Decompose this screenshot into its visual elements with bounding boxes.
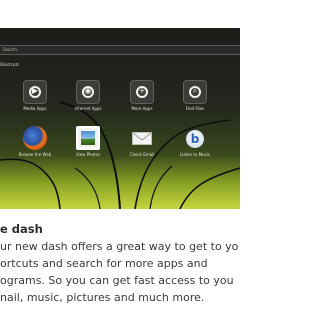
category-media-apps[interactable]: ▶ Media Apps	[10, 80, 60, 112]
paragraph-line: ortcuts and search for more apps and	[0, 257, 208, 270]
article-section: e dash ur new dash offers a great way to…	[0, 209, 240, 324]
section-heading: e dash	[0, 222, 43, 236]
search-placeholder: Search	[3, 47, 17, 52]
app-check-email[interactable]: Check Email	[117, 126, 167, 158]
filter-dropdown[interactable]: Shortcuts	[0, 62, 19, 68]
category-label: Internet Apps	[74, 106, 102, 111]
app-browse-the-web[interactable]: Browse the Web	[10, 126, 60, 158]
category-label: Find Files	[185, 106, 205, 111]
category-find-files[interactable]: ⌕ Find Files	[170, 80, 220, 112]
category-label: Media Apps	[23, 106, 47, 111]
dash-screenshot: Search Shortcuts ▶ Media Apps ◉ Internet…	[0, 28, 240, 209]
folder-search-icon: ⌕	[183, 80, 207, 104]
email-icon	[130, 126, 154, 150]
category-internet-apps[interactable]: ◉ Internet Apps	[63, 80, 113, 112]
app-label: Browse the Web	[18, 152, 52, 157]
app-label: Listen to Music	[180, 152, 210, 157]
category-label: More Apps	[131, 106, 153, 111]
wallpaper-branches	[0, 101, 240, 209]
plus-icon: +	[130, 80, 154, 104]
paragraph-line: ur new dash offers a great way to get to…	[0, 240, 239, 253]
app-label: View Photos	[75, 152, 101, 157]
firefox-icon	[23, 126, 47, 150]
globe-icon: ◉	[76, 80, 100, 104]
app-view-photos[interactable]: View Photos	[63, 126, 113, 158]
music-icon: b	[183, 126, 207, 150]
category-more-apps[interactable]: + More Apps	[117, 80, 167, 112]
paragraph-line: ograms. So you can get fast access to yo…	[0, 274, 234, 287]
dash-search-bar[interactable]: Search	[0, 45, 240, 55]
play-icon: ▶	[23, 80, 47, 104]
app-listen-to-music[interactable]: b Listen to Music	[170, 126, 220, 158]
paragraph-line: nail, music, pictures and much more.	[0, 291, 205, 304]
app-label: Check Email	[129, 152, 155, 157]
photos-icon	[76, 126, 100, 150]
section-paragraph: ur new dash offers a great way to get to…	[0, 238, 240, 306]
